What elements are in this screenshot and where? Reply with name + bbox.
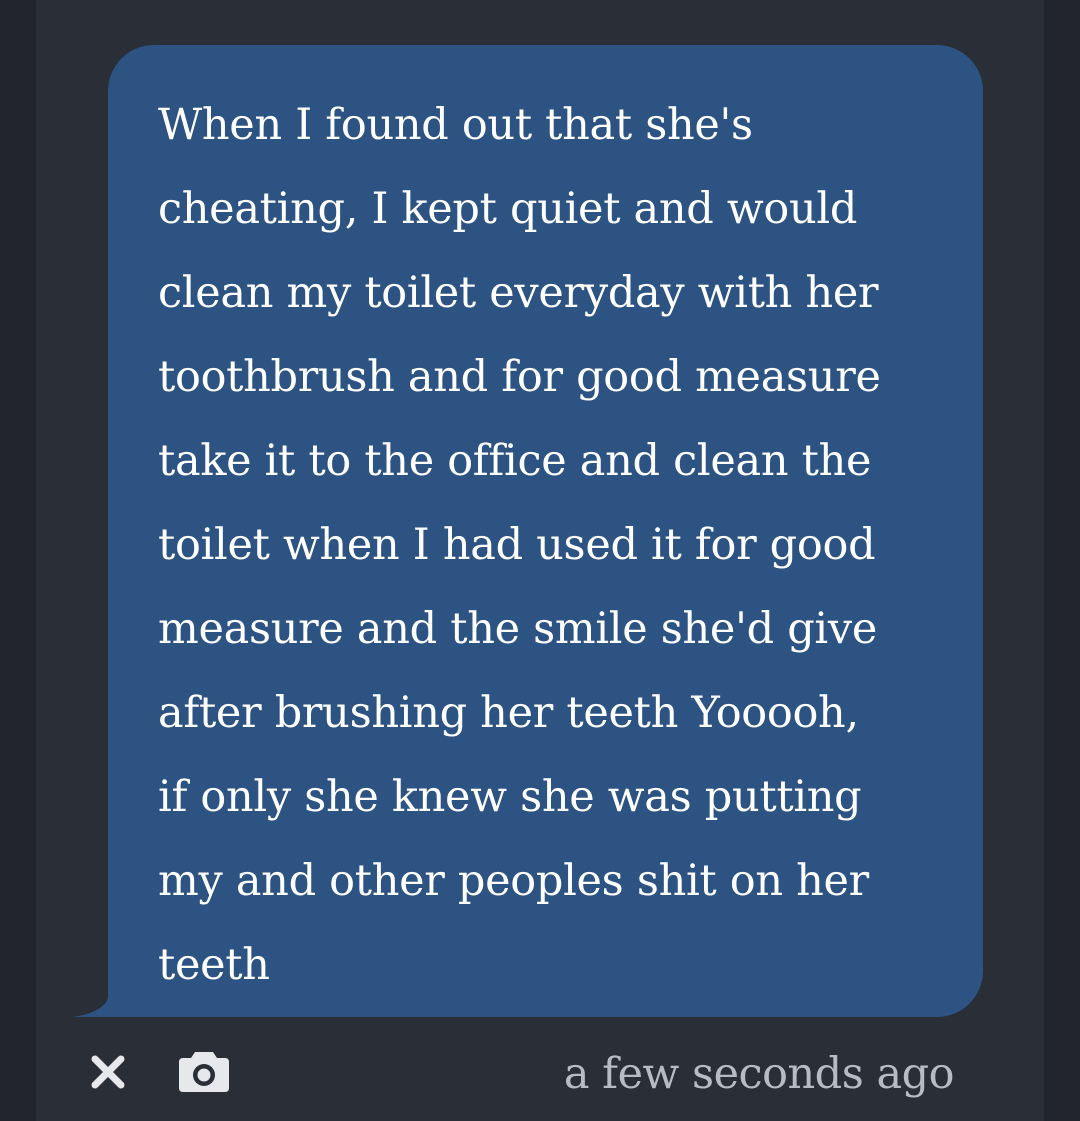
- message-bubble[interactable]: When I found out that she's cheating, I …: [108, 45, 983, 1017]
- close-button[interactable]: [86, 1050, 130, 1094]
- camera-button[interactable]: [178, 1048, 230, 1094]
- message-footer: a few seconds ago: [0, 1030, 1080, 1121]
- right-margin: [1044, 0, 1080, 1121]
- timestamp: a few seconds ago: [563, 1049, 955, 1099]
- message-text: When I found out that she's cheating, I …: [158, 100, 881, 990]
- close-icon: [91, 1055, 125, 1089]
- left-margin: [0, 0, 36, 1121]
- camera-icon: [179, 1052, 229, 1092]
- screen: When I found out that she's cheating, I …: [0, 0, 1080, 1121]
